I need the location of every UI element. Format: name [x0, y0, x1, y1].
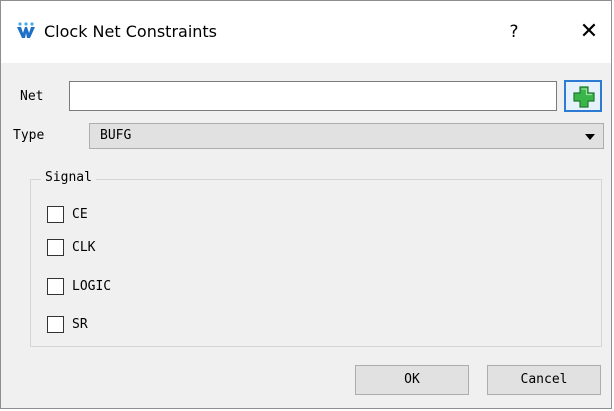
clk-checkbox[interactable] — [47, 239, 64, 256]
type-label: Type — [13, 128, 45, 143]
cancel-button[interactable]: Cancel — [487, 365, 601, 395]
chevron-down-icon — [585, 134, 595, 140]
sr-checkbox[interactable] — [47, 316, 64, 333]
title-bar: Clock Net Constraints ? ✕ — [1, 1, 611, 63]
net-label: Net — [20, 89, 44, 104]
sr-label: SR — [72, 317, 88, 332]
ce-checkbox[interactable] — [47, 206, 64, 223]
signal-group-title: Signal — [41, 170, 96, 186]
net-input[interactable] — [69, 81, 557, 111]
type-selected-value: BUFG — [100, 128, 132, 143]
clk-label: CLK — [72, 240, 96, 255]
logic-label: LOGIC — [72, 279, 112, 294]
clock-net-constraints-dialog: Clock Net Constraints ? ✕ Net Type BUFG … — [0, 0, 612, 409]
type-dropdown[interactable]: BUFG — [89, 123, 604, 149]
close-button[interactable]: ✕ — [572, 15, 606, 49]
signal-groupbox — [30, 179, 602, 347]
logic-checkbox[interactable] — [47, 278, 64, 295]
plus-icon — [573, 86, 595, 108]
window-title: Clock Net Constraints — [44, 22, 218, 41]
add-net-button[interactable] — [564, 80, 602, 112]
ce-label: CE — [72, 207, 88, 222]
help-button[interactable]: ? — [499, 15, 529, 49]
app-logo-icon — [17, 22, 35, 38]
ok-button[interactable]: OK — [355, 365, 469, 395]
